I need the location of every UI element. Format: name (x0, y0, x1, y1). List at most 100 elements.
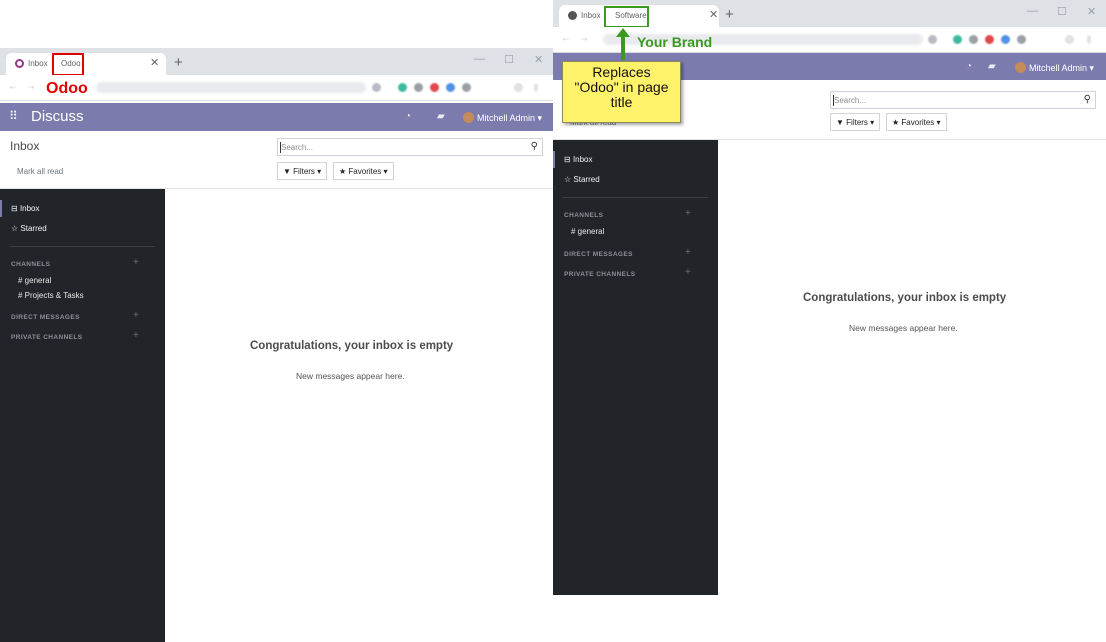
extension-icon[interactable] (372, 83, 381, 92)
new-tab-icon[interactable]: + (174, 54, 183, 71)
extension-icon[interactable] (1017, 35, 1026, 44)
top-navbar: ⠿ Discuss ◔ ▰ Mitchell Admin ▾ (0, 103, 553, 131)
close-tab-icon[interactable]: ✕ (150, 56, 159, 69)
minimize-icon[interactable]: — (1027, 5, 1038, 17)
user-name: Mitchell Admin (1029, 63, 1088, 73)
odoo-favicon-icon (15, 59, 24, 68)
star-icon: ★ (892, 118, 900, 127)
channel-item[interactable]: # general (571, 227, 604, 236)
profile-icon[interactable] (1065, 35, 1074, 44)
sidebar-item-label: Inbox (19, 204, 40, 213)
extension-icon[interactable] (446, 83, 455, 92)
extension-icon[interactable] (953, 35, 962, 44)
filter-icon: ▼ (283, 167, 291, 176)
private-channels-header[interactable]: PRIVATE CHANNELS (564, 271, 636, 278)
before-screenshot: Inbox Odoo ✕ + — ☐ ✕ ← → Odoo ⠿ Discuss … (0, 48, 553, 642)
extension-icon[interactable] (414, 83, 423, 92)
messages-icon[interactable]: ▰ (437, 111, 445, 122)
sidebar-divider (10, 246, 155, 247)
active-indicator (0, 200, 2, 217)
star-outline-icon: ☆ (11, 224, 19, 233)
mark-all-read-button[interactable]: Mark all read (17, 167, 63, 176)
sidebar-item-inbox[interactable]: ⊟ Inbox (564, 155, 593, 164)
extension-icon[interactable] (398, 83, 407, 92)
add-channel-icon[interactable]: + (133, 257, 139, 268)
browser-menu-icon[interactable] (1087, 35, 1091, 44)
private-channels-header[interactable]: PRIVATE CHANNELS (11, 334, 83, 341)
sidebar-item-starred[interactable]: ☆ Starred (11, 224, 47, 233)
extension-icon[interactable] (1001, 35, 1010, 44)
filters-dropdown[interactable]: ▼ Filters ▾ (830, 113, 881, 131)
minimize-icon[interactable]: — (474, 53, 485, 65)
sidebar-item-label: Inbox (572, 155, 593, 164)
add-private-channel-icon[interactable]: + (133, 330, 139, 341)
browser-tab[interactable]: Inbox Odoo ✕ (6, 53, 166, 75)
sidebar-item-starred[interactable]: ☆ Starred (564, 175, 600, 184)
back-icon[interactable]: ← (8, 81, 18, 92)
activity-icon[interactable]: ◔ (966, 61, 972, 72)
empty-inbox-title: Congratulations, your inbox is empty (803, 292, 1007, 304)
channels-header[interactable]: CHANNELS (564, 212, 603, 219)
search-icon[interactable]: ⚲ (531, 141, 538, 152)
active-indicator (553, 151, 555, 168)
add-direct-message-icon[interactable]: + (133, 310, 139, 321)
extension-icon[interactable] (430, 83, 439, 92)
profile-icon[interactable] (514, 83, 523, 92)
search-input[interactable]: Search... ⚲ (277, 138, 543, 156)
callout-line: title (610, 94, 633, 110)
browser-menu-icon[interactable] (534, 83, 538, 92)
user-menu[interactable]: Mitchell Admin ▾ (1015, 62, 1094, 74)
sidebar-item-inbox[interactable]: ⊟ Inbox (11, 204, 40, 213)
filters-dropdown[interactable]: ▼ Filters ▾ (277, 162, 328, 180)
favorites-dropdown[interactable]: ★ Favorites ▾ (333, 162, 394, 180)
back-icon[interactable]: ← (561, 33, 571, 44)
odoo-annotation-label: Odoo (46, 80, 88, 97)
after-screenshot: Inbox Software ✕ + — ☐ ✕ ← → ◔ ▰ Mitchel… (553, 0, 1106, 595)
app-title[interactable]: Discuss (31, 108, 84, 125)
close-tab-icon[interactable]: ✕ (709, 8, 718, 21)
star-outline-icon: ☆ (564, 175, 572, 184)
window-close-icon[interactable]: ✕ (534, 53, 543, 66)
channel-item[interactable]: # general (18, 276, 51, 285)
tab-title-prefix: Inbox (28, 59, 48, 68)
search-icon[interactable]: ⚲ (1084, 94, 1091, 105)
channel-item[interactable]: # Projects & Tasks (18, 291, 84, 300)
maximize-icon[interactable]: ☐ (1057, 5, 1067, 18)
extension-icon[interactable] (985, 35, 994, 44)
extension-icon[interactable] (969, 35, 978, 44)
sidebar-item-label: Starred (573, 175, 600, 184)
discuss-sidebar: ⊟ Inbox ☆ Starred CHANNELS + # general #… (0, 189, 165, 642)
direct-messages-header[interactable]: DIRECT MESSAGES (564, 251, 633, 258)
activity-icon[interactable]: ◔ (405, 111, 411, 122)
empty-inbox-title: Congratulations, your inbox is empty (250, 340, 454, 352)
user-menu[interactable]: Mitchell Admin ▾ (463, 112, 542, 124)
apps-menu-icon[interactable]: ⠿ (9, 109, 18, 123)
direct-messages-header[interactable]: DIRECT MESSAGES (11, 314, 80, 321)
callout-line: Replaces (592, 64, 651, 80)
search-input[interactable]: Search... ⚲ (830, 91, 1096, 109)
sidebar-divider (563, 197, 708, 198)
sidebar-item-label: Starred (20, 224, 47, 233)
browser-url-row: ← → (553, 27, 1106, 53)
tab-title-highlight (52, 53, 84, 76)
add-private-channel-icon[interactable]: + (685, 267, 691, 278)
address-bar[interactable] (96, 82, 366, 93)
add-direct-message-icon[interactable]: + (685, 247, 691, 258)
channels-header[interactable]: CHANNELS (11, 261, 50, 268)
forward-icon[interactable]: → (579, 33, 589, 44)
extension-icon[interactable] (462, 83, 471, 92)
favorites-dropdown[interactable]: ★ Favorites ▾ (886, 113, 947, 131)
avatar (463, 112, 474, 123)
your-brand-label: Your Brand (637, 34, 713, 50)
messages-icon[interactable]: ▰ (988, 61, 996, 72)
forward-icon[interactable]: → (26, 81, 36, 92)
window-close-icon[interactable]: ✕ (1087, 5, 1096, 18)
discuss-sidebar: ⊟ Inbox ☆ Starred CHANNELS + # general D… (553, 140, 718, 595)
maximize-icon[interactable]: ☐ (504, 53, 514, 66)
extension-icon[interactable] (928, 35, 937, 44)
tab-title-prefix: Inbox (581, 11, 601, 20)
empty-inbox-subtitle: New messages appear here. (296, 371, 405, 381)
tab-title-highlight (604, 6, 649, 28)
new-tab-icon[interactable]: + (725, 6, 734, 23)
add-channel-icon[interactable]: + (685, 208, 691, 219)
